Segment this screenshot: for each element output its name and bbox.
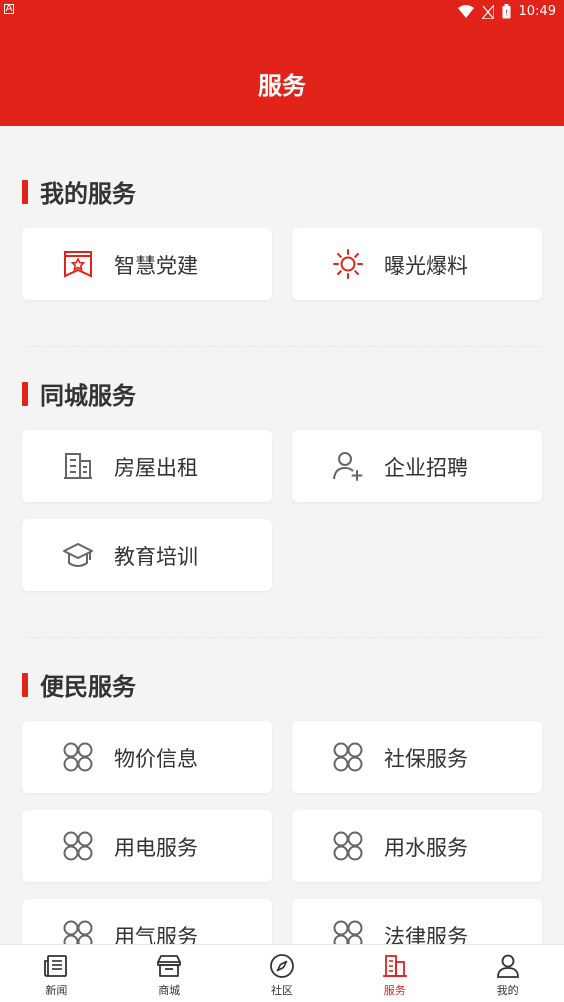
- section-title-text: 便民服务: [40, 673, 136, 701]
- section-accent-bar: [22, 381, 28, 406]
- service-label: 用水服务: [384, 836, 468, 860]
- four-circles-icon: [333, 742, 363, 772]
- tab-community[interactable]: 社区: [226, 945, 339, 1002]
- service-card-legal[interactable]: 法律服务: [292, 899, 542, 944]
- tab-news[interactable]: 新闻: [0, 945, 113, 1002]
- graduation-cap-icon: [63, 543, 93, 567]
- service-label: 用气服务: [114, 925, 198, 944]
- newspaper-icon: [44, 955, 68, 977]
- store-icon: [157, 955, 182, 977]
- four-circles-icon: [63, 920, 93, 944]
- section-title-my-services: 我的服务: [22, 174, 136, 209]
- tab-label: 服务: [383, 984, 406, 997]
- party-badge-icon: [64, 251, 92, 278]
- section-title-text: 我的服务: [40, 180, 136, 208]
- service-card-water[interactable]: 用水服务: [292, 810, 542, 882]
- tab-label: 我的: [496, 984, 519, 997]
- section-divider: [22, 346, 542, 347]
- service-label: 物价信息: [114, 747, 198, 771]
- notification-icon: A: [4, 3, 14, 14]
- building-icon: [64, 453, 92, 479]
- service-card-education[interactable]: 教育培训: [22, 519, 272, 591]
- app-header: A ! 10:49 服务: [0, 0, 564, 126]
- tab-profile[interactable]: 我的: [451, 945, 564, 1002]
- four-circles-icon: [333, 920, 363, 944]
- section-title-convenience-services: 便民服务: [22, 667, 136, 702]
- service-label: 用电服务: [114, 836, 198, 860]
- service-label: 房屋出租: [114, 456, 198, 480]
- service-card-electricity[interactable]: 用电服务: [22, 810, 272, 882]
- city-buildings-icon: [382, 955, 407, 977]
- service-card-gas[interactable]: 用气服务: [22, 899, 272, 944]
- section-title-text: 同城服务: [40, 382, 136, 410]
- service-card-exposure[interactable]: 曝光爆料: [292, 228, 542, 300]
- tab-services[interactable]: 服务: [338, 945, 451, 1002]
- tab-label: 商城: [158, 984, 181, 997]
- section-title-city-services: 同城服务: [22, 376, 136, 411]
- tab-label: 新闻: [45, 984, 68, 997]
- services-content: 我的服务 智慧党建 曝光爆料 同城服务 房屋出租 企业招聘 教育培训 便民服务 …: [0, 126, 564, 944]
- four-circles-icon: [333, 831, 363, 861]
- service-label: 曝光爆料: [384, 254, 468, 278]
- tab-mall[interactable]: 商城: [113, 945, 226, 1002]
- page-title: 服务: [258, 72, 306, 100]
- no-signal-icon: [481, 4, 494, 19]
- svg-text:!: !: [504, 9, 507, 18]
- battery-icon: !: [502, 4, 511, 19]
- sun-icon: [333, 249, 363, 279]
- section-divider: [22, 637, 542, 638]
- service-card-smart-party[interactable]: 智慧党建: [22, 228, 272, 300]
- service-label: 社保服务: [384, 747, 468, 771]
- service-label: 教育培训: [114, 545, 198, 569]
- section-accent-bar: [22, 672, 28, 697]
- service-label: 企业招聘: [384, 456, 468, 480]
- tab-label: 社区: [270, 984, 293, 997]
- service-card-social-security[interactable]: 社保服务: [292, 721, 542, 793]
- status-bar: A ! 10:49: [0, 0, 564, 24]
- service-card-recruitment[interactable]: 企业招聘: [292, 430, 542, 502]
- four-circles-icon: [63, 831, 93, 861]
- service-label: 法律服务: [384, 925, 468, 944]
- compass-icon: [270, 954, 294, 978]
- status-time: 10:49: [518, 4, 556, 19]
- bottom-tab-bar: 新闻 商城 社区 服务 我的: [0, 944, 564, 1002]
- four-circles-icon: [63, 742, 93, 772]
- add-user-icon: [333, 452, 363, 481]
- person-icon: [496, 954, 519, 978]
- service-label: 智慧党建: [114, 254, 198, 278]
- section-accent-bar: [22, 179, 28, 204]
- service-card-price-info[interactable]: 物价信息: [22, 721, 272, 793]
- wifi-icon: [457, 4, 474, 18]
- service-card-house-rental[interactable]: 房屋出租: [22, 430, 272, 502]
